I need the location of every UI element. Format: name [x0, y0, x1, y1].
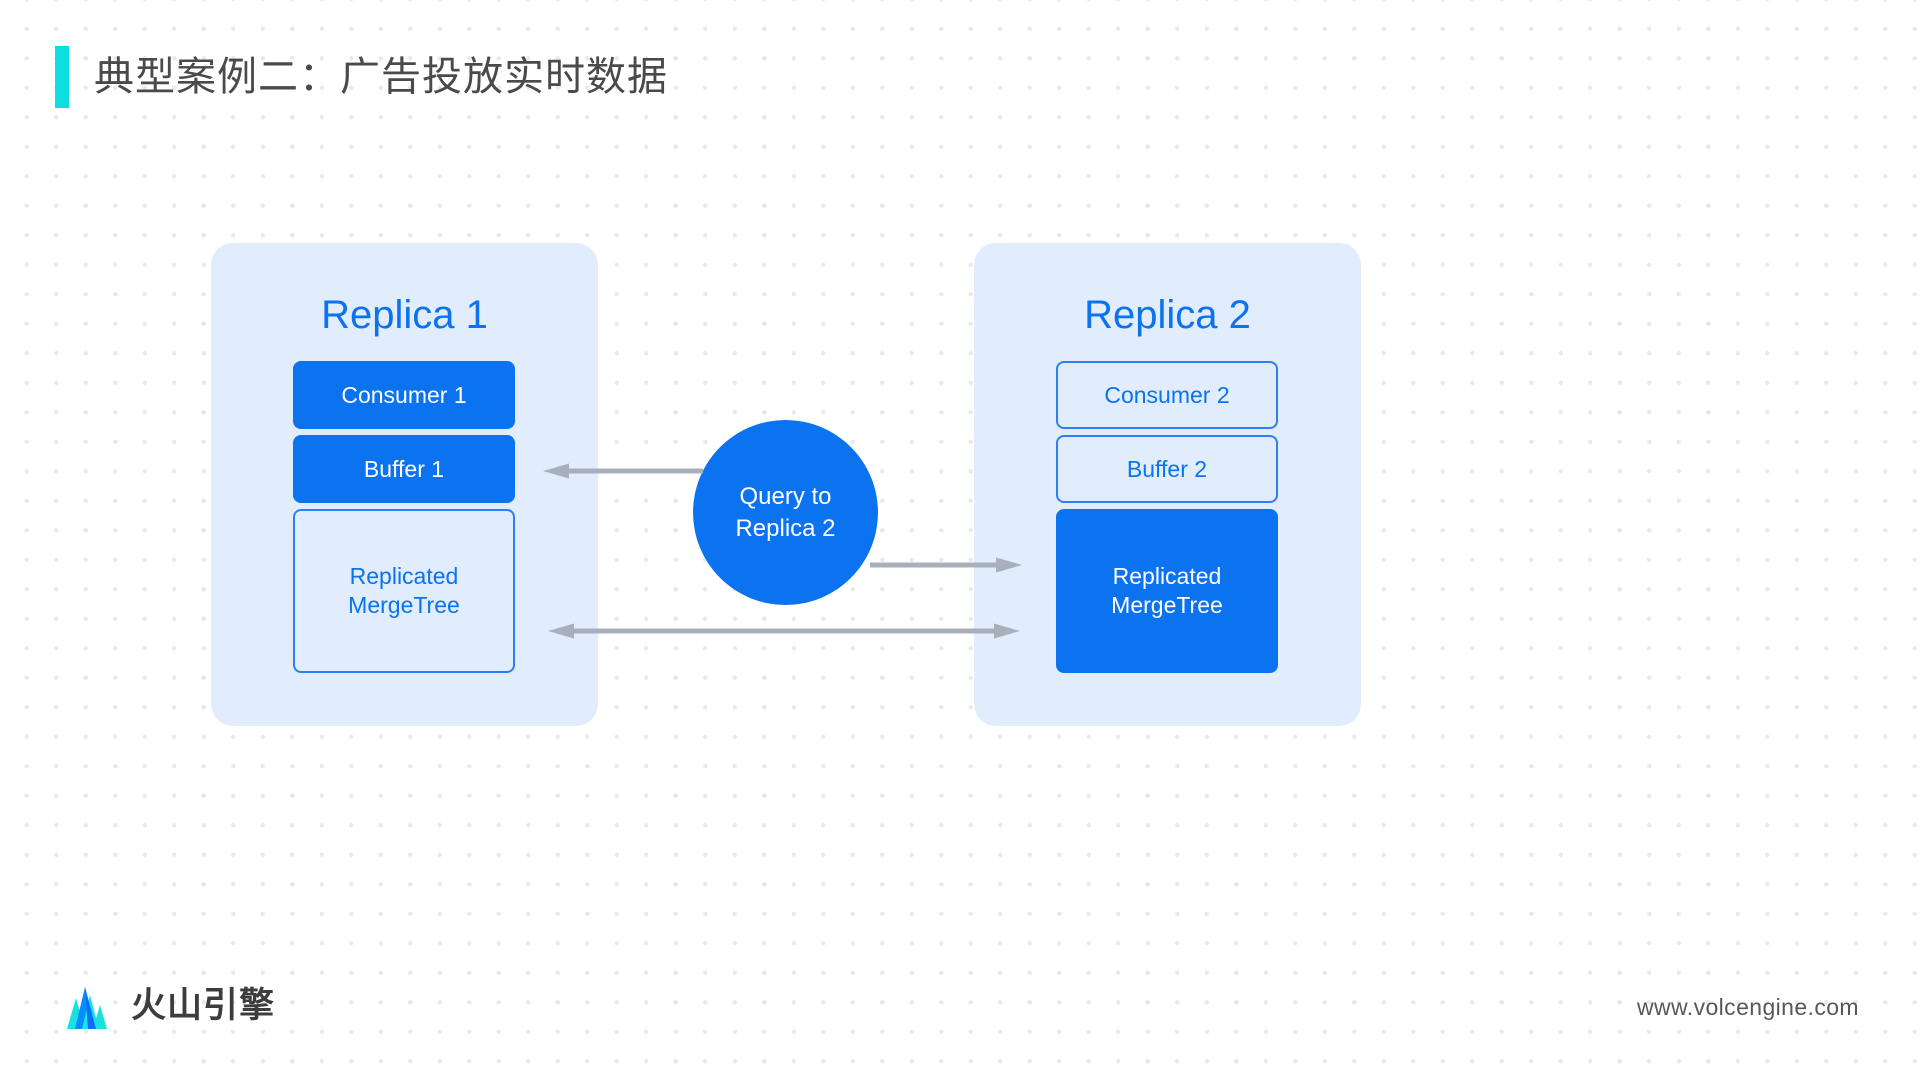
replica-1-panel: Replica 1 Consumer 1 Buffer 1 Replicated…: [211, 243, 598, 726]
replicated-mergetree-2-line2: MergeTree: [1111, 592, 1223, 618]
consumer-2-label: Consumer 2: [1104, 381, 1230, 408]
replicated-mergetree-2-box[interactable]: Replicated MergeTree: [1056, 509, 1278, 673]
query-circle[interactable]: Query to Replica 2: [693, 420, 878, 605]
replica-2-panel: Replica 2 Consumer 2 Buffer 2 Replicated…: [974, 243, 1361, 726]
replicated-mergetree-1-line2: MergeTree: [348, 592, 460, 618]
buffer-2-box[interactable]: Buffer 2: [1056, 435, 1278, 503]
query-line2: Replica 2: [735, 514, 836, 542]
volcengine-wordmark: 火山引擎: [131, 985, 276, 1025]
arrow-to-replica-1-icon: [543, 463, 703, 479]
volcengine-logo-icon: [67, 987, 107, 1029]
replica-1-title: Replica 1: [321, 293, 488, 337]
title-accent-bar: [55, 46, 69, 108]
replicated-mergetree-2-label: Replicated MergeTree: [1111, 562, 1223, 620]
buffer-2-label: Buffer 2: [1126, 455, 1208, 482]
arrow-to-replica-2-icon: [870, 557, 1022, 573]
buffer-1-box[interactable]: Buffer 1: [293, 435, 515, 503]
page-title: 典型案例二：广告投放实时数据: [55, 46, 668, 108]
buffer-1-label: Buffer 1: [363, 455, 445, 482]
consumer-2-box[interactable]: Consumer 2: [1056, 361, 1278, 429]
title-text: 典型案例二：广告投放实时数据: [94, 55, 668, 99]
query-line1: Query to: [739, 483, 832, 511]
slide-canvas: 典型案例二：广告投放实时数据 Replica 1 Consumer 1 Buff…: [0, 0, 1921, 1081]
replica-2-title: Replica 2: [1084, 293, 1251, 337]
arrow-replication-icon: [548, 623, 1020, 639]
consumer-1-box[interactable]: Consumer 1: [293, 361, 515, 429]
replicated-mergetree-2-line1: Replicated: [1112, 563, 1222, 590]
replicated-mergetree-1-label: Replicated MergeTree: [348, 562, 460, 620]
footer-url: www.volcengine.com: [1637, 994, 1859, 1020]
footer-logo: 火山引擎: [55, 981, 275, 1029]
replicated-mergetree-1-line1: Replicated: [349, 563, 459, 590]
replicated-mergetree-1-box[interactable]: Replicated MergeTree: [293, 509, 515, 673]
consumer-1-label: Consumer 1: [341, 381, 467, 408]
